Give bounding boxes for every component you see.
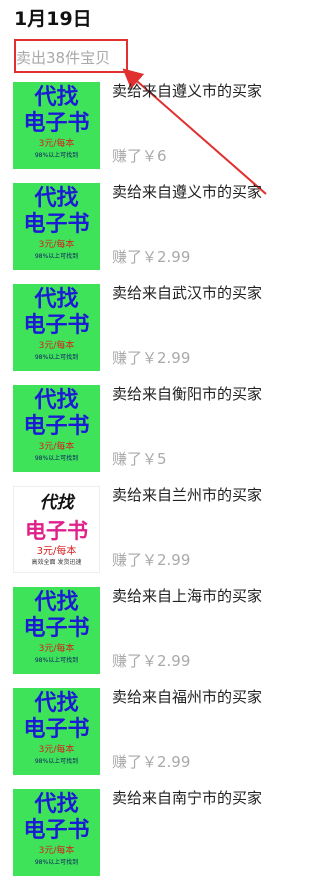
thumb-price: 3元/每本 [38, 745, 75, 755]
thumb-note: 98%以上可找到 [34, 354, 79, 361]
thumb-line1: 代找 [34, 186, 79, 211]
thumb-line2: 电子书 [23, 717, 90, 742]
thumb-line1: 代找 [34, 85, 79, 110]
buyer-title: 卖给来自武汉市的买家 [112, 284, 263, 302]
product-thumbnail[interactable]: 代找电子书 3元/每本高效全面 发货迅速 [13, 486, 100, 573]
product-thumbnail[interactable]: 代找 电子书 3元/每本 98%以上可找到 [13, 183, 100, 270]
thumb-price: 3元/每本 [38, 139, 75, 149]
product-thumbnail[interactable]: 代找 电子书 3元/每本 98%以上可找到 [13, 789, 100, 876]
thumb-note: 98%以上可找到 [34, 657, 79, 664]
buyer-title: 卖给来自衡阳市的买家 [112, 385, 263, 403]
thumb-line2: 电子书 [23, 818, 90, 843]
earned-amount: 赚了￥2.99 [112, 753, 191, 771]
thumb-price: 3元/每本 [38, 442, 75, 452]
thumb-line1: 代找 [34, 590, 79, 615]
sale-item[interactable]: 代找 电子书 3元/每本 98%以上可找到 卖给来自上海市的买家 赚了￥2.99 [0, 582, 327, 683]
buyer-title: 卖给来自兰州市的买家 [112, 486, 263, 504]
thumb-line2: 电子书 [25, 519, 88, 543]
product-thumbnail[interactable]: 代找 电子书 3元/每本 98%以上可找到 [13, 688, 100, 775]
thumb-price: 3元/每本 [38, 341, 75, 351]
sale-item[interactable]: 代找 电子书 3元/每本 98%以上可找到 卖给来自遵义市的买家 赚了￥6 [0, 77, 327, 178]
thumb-price: 3元/每本 [38, 240, 75, 250]
thumb-price: 3元/每本 [38, 644, 75, 654]
product-thumbnail[interactable]: 代找 电子书 3元/每本 98%以上可找到 [13, 587, 100, 674]
sale-item[interactable]: 代找 电子书 3元/每本 98%以上可找到 卖给来自衡阳市的买家 赚了￥5 [0, 380, 327, 481]
earned-amount: 赚了￥2.99 [112, 349, 191, 367]
sale-item[interactable]: 代找 电子书 3元/每本 98%以上可找到 卖给来自福州市的买家 赚了￥2.99 [0, 683, 327, 784]
thumb-line2: 电子书 [23, 313, 90, 338]
buyer-title: 卖给来自福州市的买家 [112, 688, 263, 706]
sale-item[interactable]: 代找 电子书 3元/每本 98%以上可找到 卖给来自武汉市的买家 赚了￥2.99 [0, 279, 327, 380]
sold-summary-highlight: 卖出38件宝贝 [14, 39, 128, 73]
earned-amount: 赚了￥6 [112, 147, 167, 165]
buyer-title: 卖给来自上海市的买家 [112, 587, 263, 605]
thumb-price: 3元/每本 [38, 846, 75, 856]
sales-list: 代找 电子书 3元/每本 98%以上可找到 卖给来自遵义市的买家 赚了￥6 代找 电子书 3元/… [0, 77, 327, 885]
thumb-note: 98%以上可找到 [34, 253, 79, 260]
thumb-note: 98%以上可找到 [34, 152, 79, 159]
thumb-line1: 代找 [34, 792, 79, 817]
thumb-line2: 电子书 [23, 414, 90, 439]
thumb-line2: 电子书 [23, 616, 90, 641]
thumb-line1: 代找 [34, 691, 79, 716]
earned-amount: 赚了￥5 [112, 450, 167, 468]
buyer-title: 卖给来自遵义市的买家 [112, 183, 263, 201]
buyer-title: 卖给来自南宁市的买家 [112, 789, 263, 807]
sale-item[interactable]: 代找 电子书 3元/每本 98%以上可找到 卖给来自遵义市的买家 赚了￥2.99 [0, 178, 327, 279]
sale-item[interactable]: 代找 电子书 3元/每本 98%以上可找到 卖给来自南宁市的买家 [0, 784, 327, 885]
sale-item[interactable]: 代找电子书 3元/每本高效全面 发货迅速 卖给来自兰州市的买家 赚了￥2.99 [0, 481, 327, 582]
earned-amount: 赚了￥2.99 [112, 248, 191, 266]
thumb-note: 98%以上可找到 [34, 455, 79, 462]
thumb-note: 高效全面 发货迅速 [31, 559, 82, 566]
product-thumbnail[interactable]: 代找 电子书 3元/每本 98%以上可找到 [13, 82, 100, 169]
thumb-line2: 电子书 [23, 212, 90, 237]
thumb-line1: 代找 [39, 493, 74, 513]
product-thumbnail[interactable]: 代找 电子书 3元/每本 98%以上可找到 [13, 284, 100, 371]
buyer-title: 卖给来自遵义市的买家 [112, 82, 263, 100]
thumb-note: 98%以上可找到 [34, 859, 79, 866]
date-heading: 1月19日 [14, 8, 92, 30]
thumb-note: 98%以上可找到 [34, 758, 79, 765]
earned-amount: 赚了￥2.99 [112, 551, 191, 569]
thumb-line1: 代找 [34, 287, 79, 312]
thumb-line2: 电子书 [23, 111, 90, 136]
earned-amount: 赚了￥2.99 [112, 652, 191, 670]
product-thumbnail[interactable]: 代找 电子书 3元/每本 98%以上可找到 [13, 385, 100, 472]
thumb-line1: 代找 [34, 388, 79, 413]
thumb-price: 3元/每本 [36, 546, 77, 557]
sold-summary: 卖出38件宝贝 [16, 49, 111, 67]
